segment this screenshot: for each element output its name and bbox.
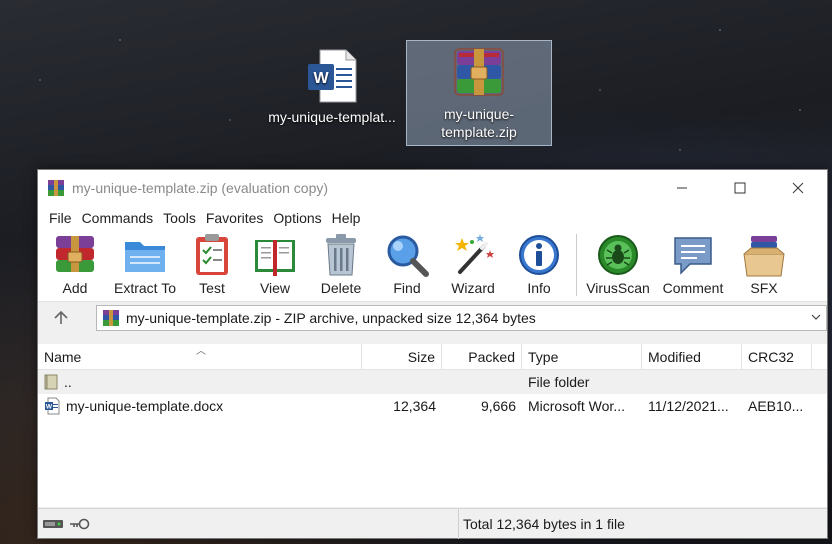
menu-commands[interactable]: Commands [77,210,159,226]
status-total-text: Total 12,364 bytes in 1 file [458,508,625,539]
file-packed: 9,666 [480,398,516,414]
toolbar-label: Wizard [451,280,495,296]
magnifier-icon [387,235,429,277]
test-button[interactable]: Test [182,230,242,296]
menu-options[interactable]: Options [268,210,326,226]
key-lock-icon[interactable] [68,517,90,531]
status-bar: Total 12,364 bytes in 1 file [38,508,827,539]
toolbar-label: Find [393,280,421,296]
svg-text:W: W [46,404,53,411]
file-packed [442,370,522,394]
column-size[interactable]: Size [362,344,442,370]
status-icons [38,517,458,531]
file-crc32 [742,370,812,394]
toolbar-label: Comment [662,280,724,296]
table-row-parent-folder[interactable]: .. File folder [38,370,827,394]
file-type: Microsoft Wor... [528,398,625,414]
add-archive-icon [56,236,94,272]
file-list-header: ︿ Name Size Packed Type Modified CRC32 [38,344,827,370]
extract-to-button[interactable]: Extract To [108,230,182,296]
column-packed[interactable]: Packed [442,344,522,370]
view-button[interactable]: View [242,230,308,296]
file-size [362,370,442,394]
file-name: .. [64,374,72,390]
file-list: ︿ Name Size Packed Type Modified CRC32 .… [38,344,827,507]
sfx-box-icon [743,236,785,277]
desktop-icon-label: my-unique-template.zip [441,106,517,140]
menu-favorites[interactable]: Favorites [201,210,269,226]
file-size: 12,364 [393,398,436,414]
toolbar-label: Delete [320,280,362,296]
minimize-icon [677,187,687,189]
extract-folder-icon [125,242,165,272]
archive-path-text: my-unique-template.zip - ZIP archive, un… [125,310,536,326]
desktop-icon-label: my-unique-templat... [268,109,396,125]
info-icon [519,235,559,275]
file-modified: 11/12/2021... [648,398,729,414]
wizard-button[interactable]: Wizard [440,230,506,296]
column-modified[interactable]: Modified [642,344,742,370]
test-clipboard-icon [196,234,228,275]
arrow-up-icon [54,310,68,324]
chevron-down-icon[interactable] [810,311,822,323]
close-icon [792,182,804,194]
up-one-level-button[interactable] [44,305,78,331]
winrar-archive-icon [102,310,119,326]
word-document-icon: W [45,397,60,415]
close-button[interactable] [769,170,827,206]
toolbar: Add Extract To Test View Delete Find Wiz… [38,230,827,302]
winrar-app-icon [48,180,64,196]
info-button[interactable]: Info [506,230,572,296]
window-controls [653,170,827,206]
view-book-icon [255,240,295,276]
maximize-icon [734,182,746,194]
toolbar-separator [576,234,577,296]
window-title: my-unique-template.zip (evaluation copy) [72,180,329,196]
toolbar-label: Extract To [114,280,176,296]
file-name: my-unique-template.docx [66,398,224,414]
word-document-icon: W [308,49,357,103]
desktop-icon-zip[interactable]: my-unique-template.zip [406,40,552,146]
file-type: File folder [528,374,590,390]
column-crc32[interactable]: CRC32 [742,344,812,370]
file-modified [642,370,742,394]
winrar-archive-icon [454,48,504,96]
wizard-wand-icon [455,234,494,274]
toolbar-label: Test [199,280,225,296]
minimize-button[interactable] [653,170,711,206]
virusscan-button[interactable]: VirusScan [581,230,655,296]
comment-button[interactable]: Comment [655,230,731,296]
add-button[interactable]: Add [42,230,108,296]
menu-tools[interactable]: Tools [158,210,201,226]
toolbar-label: SFX [750,280,778,296]
find-button[interactable]: Find [374,230,440,296]
drive-icon[interactable] [42,518,64,530]
maximize-button[interactable] [711,170,769,206]
toolbar-label: Info [527,280,551,296]
title-bar[interactable]: my-unique-template.zip (evaluation copy) [38,170,827,206]
svg-text:W: W [313,70,329,87]
table-row[interactable]: W my-unique-template.docx 12,364 9,666 M… [38,394,827,418]
archive-path-field[interactable]: my-unique-template.zip - ZIP archive, un… [95,305,827,331]
menu-bar: File Commands Tools Favorites Options He… [38,206,827,230]
address-bar: my-unique-template.zip - ZIP archive, un… [38,302,827,334]
menu-file[interactable]: File [44,210,77,226]
sfx-button[interactable]: SFX [731,230,797,296]
comment-icon [674,237,712,275]
toolbar-label: View [259,280,291,296]
desktop-icon-docx[interactable]: W my-unique-templat... [262,44,402,126]
parent-folder-icon [44,374,58,390]
column-type[interactable]: Type [522,344,642,370]
toolbar-label: Add [62,280,88,296]
virus-scan-icon [598,235,638,275]
trash-icon [326,234,356,276]
file-crc32: AEB10... [748,398,804,414]
sort-ascending-icon: ︿ [196,346,206,357]
winrar-window: my-unique-template.zip (evaluation copy)… [37,169,828,539]
menu-help[interactable]: Help [327,210,366,226]
toolbar-label: VirusScan [586,280,650,296]
delete-button[interactable]: Delete [308,230,374,296]
